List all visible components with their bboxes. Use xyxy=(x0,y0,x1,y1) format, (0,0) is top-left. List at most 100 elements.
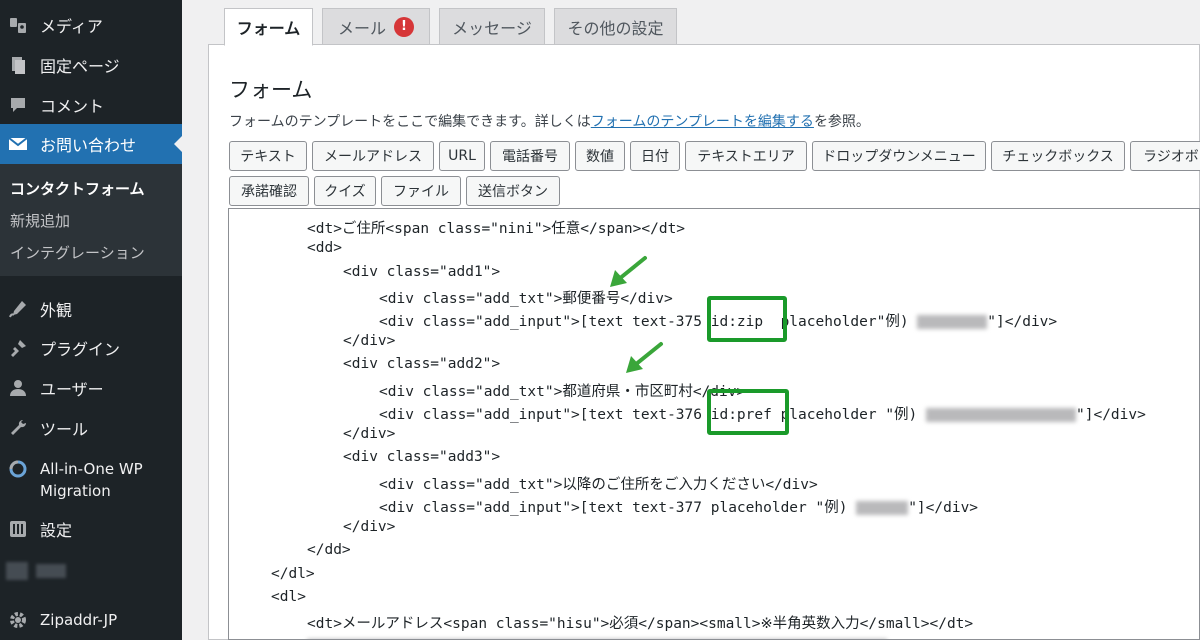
redacted-placeholder xyxy=(856,501,909,515)
sidebar-item-label: ツール xyxy=(40,420,89,439)
tag-button-date[interactable]: 日付 xyxy=(630,141,680,171)
sidebar-item-plugins[interactable]: プラグイン xyxy=(0,328,182,368)
sidebar-item-migration[interactable]: All-in-One WP Migration xyxy=(0,458,182,504)
submenu-contact-forms[interactable]: コンタクトフォーム xyxy=(10,178,145,199)
code-line: <div class="add_txt">郵便番号</div> xyxy=(379,291,673,307)
arrow-annotation-icon xyxy=(626,342,663,373)
tag-button-submit[interactable]: 送信ボタン xyxy=(466,176,560,206)
code-line: </div> xyxy=(343,333,396,349)
migration-icon xyxy=(8,459,28,479)
warning-badge-icon: ! xyxy=(394,16,414,37)
sidebar-item-media[interactable]: メディア xyxy=(0,5,182,45)
submenu-integration[interactable]: インテグレーション xyxy=(10,242,145,263)
tab-label: メール xyxy=(337,18,386,38)
page-icon xyxy=(8,55,28,75)
tag-button-url[interactable]: URL xyxy=(439,141,485,171)
tag-button-tel[interactable]: 電話番号 xyxy=(490,141,570,171)
redacted-label xyxy=(36,564,66,578)
tab-messages[interactable]: メッセージ xyxy=(439,8,545,45)
user-icon xyxy=(8,378,28,398)
wrench-icon xyxy=(8,418,28,438)
tag-button-file[interactable]: ファイル xyxy=(381,176,461,206)
sidebar-item-users[interactable]: ユーザー xyxy=(0,368,182,408)
code-line: <div class="add_txt">以降のご住所をご入力ください</div… xyxy=(379,477,818,493)
sidebar-item-redacted[interactable] xyxy=(0,550,182,590)
appearance-icon xyxy=(8,299,28,319)
code-segment: "]</div> xyxy=(987,314,1058,330)
page-title: フォーム xyxy=(229,78,313,102)
sidebar-item-label: Zipaddr-JP xyxy=(40,611,118,629)
tab-label: フォーム xyxy=(236,19,301,38)
tag-button-radio[interactable]: ラジオボタン xyxy=(1130,141,1200,171)
active-menu-arrow xyxy=(174,136,182,152)
tag-button-textarea[interactable]: テキストエリア xyxy=(685,141,807,171)
sidebar-item-comments[interactable]: コメント xyxy=(0,85,182,125)
pref-id-highlight xyxy=(707,389,789,435)
admin-sidebar: メディア 固定ページ コメント お問い合わせ コンタクトフォーム 新規追加 イン… xyxy=(0,0,182,640)
sidebar-item-label: 固定ページ xyxy=(40,57,120,76)
tag-button-text[interactable]: テキスト xyxy=(229,141,307,171)
media-icon xyxy=(8,15,28,35)
mail-icon xyxy=(8,134,28,154)
redacted-placeholder xyxy=(917,315,988,329)
code-segment: <div class="add_input">[text text-376 id… xyxy=(379,407,927,423)
tab-other-settings[interactable]: その他の設定 xyxy=(554,8,677,45)
desc-text: フォームのテンプレートをここで編集できます。詳しくは xyxy=(229,114,591,130)
tag-button-number[interactable]: 数値 xyxy=(575,141,625,171)
code-segment: <div class="add_input">[text text-375 id… xyxy=(379,314,918,330)
edit-template-link[interactable]: フォームのテンプレートを編集する xyxy=(591,114,814,130)
settings-icon xyxy=(8,519,28,539)
sidebar-item-zipaddr[interactable]: Zipaddr-JP xyxy=(0,600,182,640)
code-segment: "]</div> xyxy=(1076,407,1146,423)
tag-button-dropdown[interactable]: ドロップダウンメニュー xyxy=(812,141,986,171)
code-line: <dd> xyxy=(307,240,342,256)
sidebar-item-label: メディア xyxy=(40,17,103,36)
plugin-icon xyxy=(8,338,28,358)
sidebar-item-appearance[interactable]: 外観 xyxy=(0,289,182,329)
code-line: <dt>ご住所<span class="nini">任意</span></dt> xyxy=(307,221,686,237)
code-line: <div class="add_input">[text text-377 pl… xyxy=(379,496,978,517)
redacted-placeholder xyxy=(926,408,1077,422)
sidebar-item-label: プラグイン xyxy=(40,340,121,359)
tab-form[interactable]: フォーム xyxy=(224,8,313,46)
comment-icon xyxy=(8,95,28,115)
tab-label: その他の設定 xyxy=(567,18,664,38)
code-line: </dd> xyxy=(307,542,351,558)
code-line: <dt>メールアドレス<span class="hisu">必須</span><… xyxy=(307,616,974,632)
code-line: <div class="add_txt">都道府県・市区町村</div> xyxy=(379,384,746,400)
submenu-add-new[interactable]: 新規追加 xyxy=(10,210,70,231)
sidebar-item-label: お問い合わせ xyxy=(40,136,137,155)
tag-button-acceptance[interactable]: 承諾確認 xyxy=(229,176,309,206)
tab-mail[interactable]: メール ! xyxy=(322,8,430,45)
code-segment: "]</div> xyxy=(908,500,979,516)
gear-icon xyxy=(8,610,28,630)
sidebar-item-contact[interactable]: お問い合わせ xyxy=(0,124,182,164)
code-line: <dl> xyxy=(271,589,306,605)
code-line: </dl> xyxy=(271,566,315,582)
sidebar-item-label: コメント xyxy=(40,97,105,116)
tag-button-checkbox[interactable]: チェックボックス xyxy=(991,141,1125,171)
code-line: </div> xyxy=(343,519,396,535)
tab-label: メッセージ xyxy=(452,18,532,38)
arrow-annotation-icon xyxy=(610,256,647,287)
sidebar-item-label: 設定 xyxy=(40,521,73,540)
code-line: <div class="add1"> xyxy=(343,264,501,280)
tag-button-email[interactable]: メールアドレス xyxy=(312,141,434,171)
tag-button-quiz[interactable]: クイズ xyxy=(314,176,376,206)
sidebar-item-label: All-in-One WP Migration xyxy=(40,460,143,500)
zip-id-highlight xyxy=(707,296,787,342)
redacted-icon xyxy=(6,562,28,580)
sidebar-item-pages[interactable]: 固定ページ xyxy=(0,45,182,85)
sidebar-item-label: ユーザー xyxy=(40,380,104,399)
code-line-cut xyxy=(307,635,887,639)
sidebar-item-tools[interactable]: ツール xyxy=(0,408,182,448)
form-template-editor[interactable]: <dt>ご住所<span class="nini">任意</span></dt>… xyxy=(228,208,1200,640)
code-line: </div> xyxy=(343,426,396,442)
code-line: <div class="add2"> xyxy=(343,356,501,372)
sidebar-item-settings[interactable]: 設定 xyxy=(0,509,182,549)
code-segment: <div class="add_input">[text text-377 pl… xyxy=(379,500,857,516)
panel-description: フォームのテンプレートをここで編集できます。詳しくはフォームのテンプレートを編集… xyxy=(229,111,870,131)
contact-submenu: コンタクトフォーム 新規追加 インテグレーション xyxy=(0,164,182,276)
code-line: <div class="add3"> xyxy=(343,449,501,465)
desc-text-after: を参照。 xyxy=(813,114,870,130)
